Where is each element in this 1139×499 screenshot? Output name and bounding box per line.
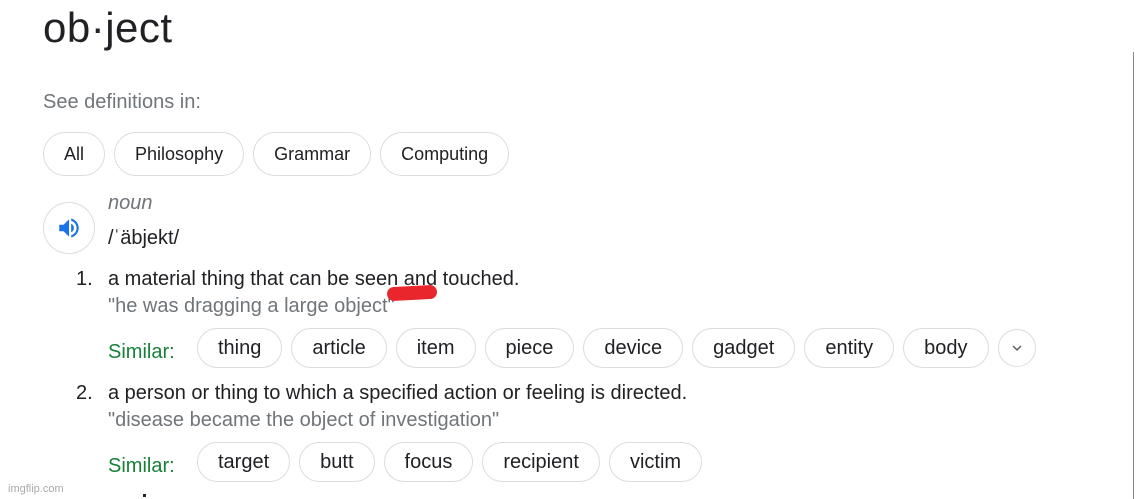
- similar-chip[interactable]: recipient: [482, 442, 600, 482]
- definition-text: a material thing that can be seen and to…: [108, 268, 520, 290]
- panel-edge-divider: [1133, 52, 1134, 499]
- category-chip-all[interactable]: All: [43, 132, 106, 176]
- cropped-text-fragment: [143, 494, 146, 497]
- definition-example: "he was dragging a large object": [108, 295, 395, 317]
- similar-chip[interactable]: body: [903, 328, 989, 368]
- similar-chip[interactable]: focus: [383, 442, 474, 482]
- see-definitions-label: See definitions in:: [43, 91, 201, 113]
- similar-label: Similar:: [108, 341, 175, 363]
- similar-chip[interactable]: victim: [608, 442, 703, 482]
- similar-label: Similar:: [108, 455, 175, 477]
- part-of-speech: noun: [108, 192, 153, 214]
- definition-number: 1.: [76, 268, 93, 290]
- speaker-icon: [59, 218, 79, 238]
- similar-chip[interactable]: thing: [197, 328, 283, 368]
- definition-example: "disease became the object of investigat…: [108, 409, 500, 431]
- pronunciation-button[interactable]: [43, 202, 95, 254]
- category-chip-philosophy[interactable]: Philosophy: [114, 132, 245, 176]
- watermark: imgflip.com: [8, 483, 64, 495]
- similar-chip[interactable]: entity: [804, 328, 895, 368]
- similar-chips: target butt focus recipient victim: [197, 442, 703, 482]
- similar-chip[interactable]: gadget: [692, 328, 796, 368]
- category-chip-grammar[interactable]: Grammar: [253, 132, 372, 176]
- definition-text: a person or thing to which a specified a…: [108, 382, 688, 404]
- definition-number: 2.: [76, 382, 93, 404]
- chevron-down-icon: [1012, 345, 1022, 351]
- red-annotation-mark: [386, 284, 438, 302]
- similar-chip[interactable]: item: [395, 328, 476, 368]
- headword: ob·ject: [43, 4, 173, 51]
- similar-chip[interactable]: device: [583, 328, 684, 368]
- similar-chip[interactable]: piece: [484, 328, 575, 368]
- similar-chip[interactable]: article: [291, 328, 387, 368]
- similar-chips: thing article item piece device gadget e…: [197, 328, 1036, 368]
- expand-similar-button[interactable]: [997, 329, 1036, 367]
- similar-chip[interactable]: target: [197, 442, 291, 482]
- category-chip-computing[interactable]: Computing: [380, 132, 510, 176]
- phonetic: /ˈäbjekt/: [108, 227, 180, 249]
- similar-chip[interactable]: butt: [299, 442, 375, 482]
- category-chips: All Philosophy Grammar Computing: [43, 132, 510, 176]
